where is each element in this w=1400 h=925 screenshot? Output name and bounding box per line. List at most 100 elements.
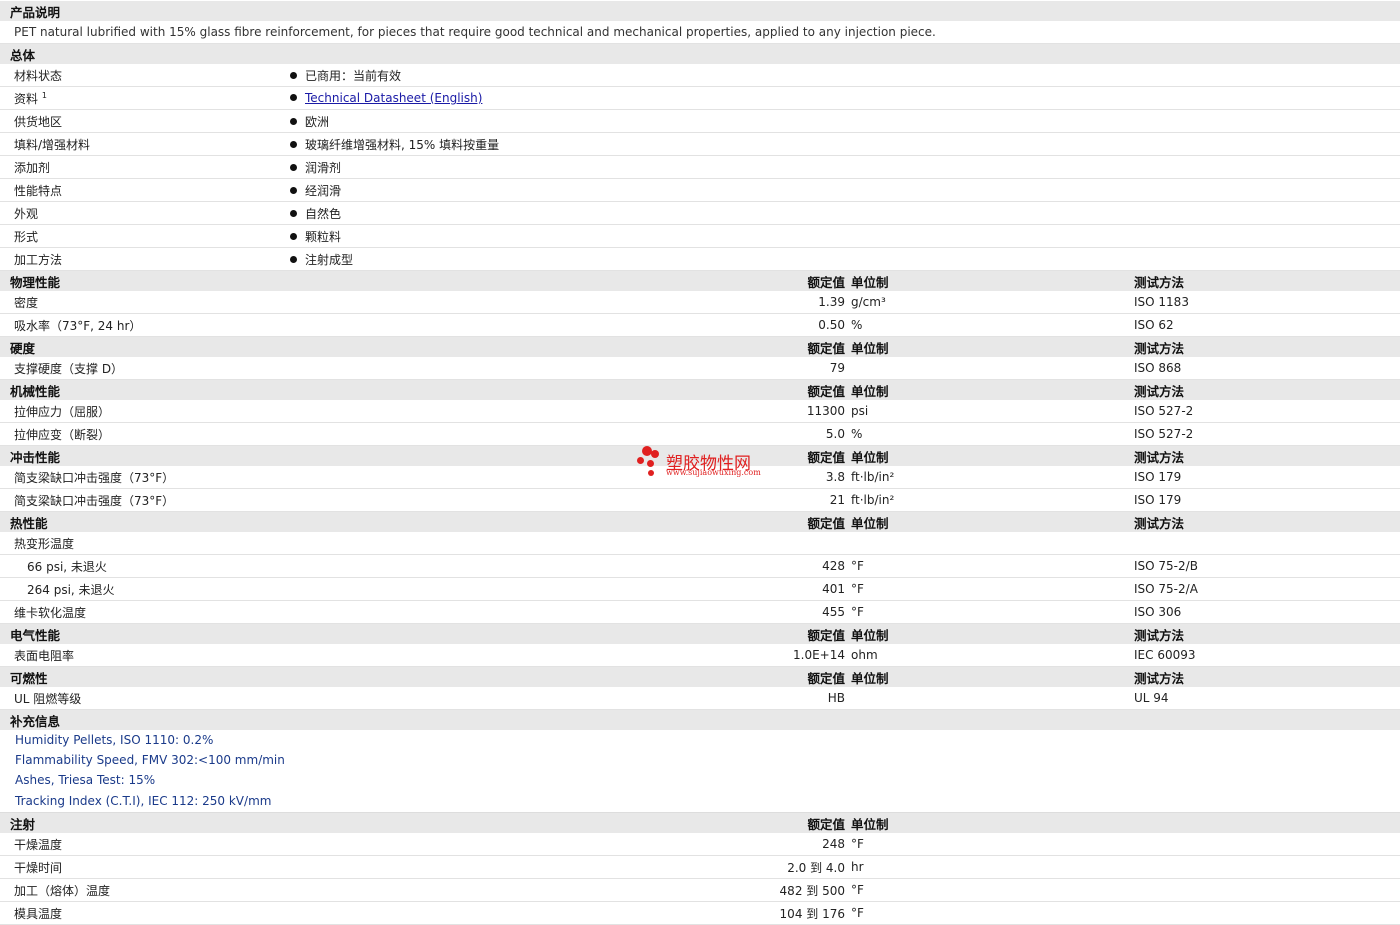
property-row: 264 psi, 未退火 401 °F ISO 75-2/A bbox=[0, 577, 1400, 601]
column-header-unit: 单位制 bbox=[851, 511, 1134, 532]
property-value: 5.0 bbox=[290, 422, 851, 446]
column-header-method: 测试方法 bbox=[1134, 511, 1400, 532]
supplement-note: Humidity Pellets, ISO 1110: 0.2% bbox=[15, 733, 214, 747]
section-header-electrical: 电气性能 额定值 单位制 测试方法 bbox=[0, 623, 1400, 644]
column-header-value: 额定值 bbox=[290, 336, 851, 357]
property-test-method: ISO 179 bbox=[1134, 466, 1400, 489]
general-row: 性能特点 经润滑 bbox=[0, 178, 1400, 202]
column-header-value: 额定值 bbox=[290, 511, 851, 532]
property-value: 21 bbox=[290, 488, 851, 512]
property-label: 维卡软化温度 bbox=[0, 600, 290, 624]
property-value: 79 bbox=[290, 357, 851, 380]
section-header-description: 产品说明 bbox=[0, 0, 1400, 21]
technical-datasheet-link[interactable]: Technical Datasheet (English) bbox=[305, 91, 482, 105]
watermark-url: www.sujiaowuxing.com bbox=[666, 468, 761, 477]
supplement-note-row: Humidity Pellets, ISO 1110: 0.2% bbox=[0, 730, 1400, 750]
property-unit: ohm bbox=[851, 644, 1134, 667]
bullet-icon bbox=[290, 71, 297, 79]
property-unit bbox=[851, 357, 1134, 380]
property-row: 干燥时间 2.0 到 4.0 hr bbox=[0, 855, 1400, 879]
property-test-method: ISO 75-2/A bbox=[1134, 577, 1400, 601]
property-row: 拉伸应力（屈服） 11300 psi ISO 527-2 bbox=[0, 400, 1400, 423]
property-test-method: ISO 62 bbox=[1134, 313, 1400, 337]
property-row: 加工（熔体）温度 482 到 500 °F bbox=[0, 878, 1400, 902]
bullet-icon bbox=[290, 163, 297, 171]
property-row: 干燥温度 248 °F bbox=[0, 833, 1400, 856]
column-header-method: 测试方法 bbox=[1134, 336, 1400, 357]
row-value: 自然色 bbox=[305, 206, 342, 221]
column-header-value: 额定值 bbox=[290, 623, 851, 644]
row-label: 外观 bbox=[0, 201, 290, 225]
property-label: 简支梁缺口冲击强度（73°F） bbox=[0, 466, 290, 489]
property-row: 吸水率（73°F, 24 hr） 0.50% ISO 62 bbox=[0, 313, 1400, 337]
property-value: 1.39 bbox=[290, 291, 851, 314]
row-value: 注射成型 bbox=[305, 252, 354, 267]
bullet-icon bbox=[290, 232, 297, 240]
row-value: 经润滑 bbox=[305, 183, 342, 198]
section-title: 物理性能 bbox=[0, 270, 290, 291]
property-label: 密度 bbox=[0, 291, 290, 314]
property-unit: °F bbox=[851, 554, 1134, 578]
general-row: 材料状态 已商用：当前有效 bbox=[0, 64, 1400, 87]
property-unit: ft·lb/in² bbox=[851, 488, 1134, 512]
supplement-note-row: Flammability Speed, FMV 302:<100 mm/min bbox=[0, 750, 1400, 770]
supplement-note-row: Ashes, Triesa Test: 15% bbox=[0, 770, 1400, 790]
property-test-method: ISO 527-2 bbox=[1134, 400, 1400, 423]
property-value: 2.0 到 4.0 bbox=[290, 855, 851, 879]
watermark-logo: 塑胶物性网 www.sujiaowuxing.com bbox=[636, 446, 776, 480]
property-test-method: ISO 75-2/B bbox=[1134, 554, 1400, 578]
property-label: 264 psi, 未退火 bbox=[0, 577, 290, 601]
section-header-physical: 物理性能 额定值 单位制 测试方法 bbox=[0, 270, 1400, 291]
property-label: 拉伸应力（屈服） bbox=[0, 400, 290, 423]
property-label: 加工（熔体）温度 bbox=[0, 878, 290, 902]
supplement-note: Flammability Speed, FMV 302:<100 mm/min bbox=[15, 753, 285, 767]
property-row: 简支梁缺口冲击强度（73°F） 21 ft·lb/in² ISO 179 bbox=[0, 488, 1400, 512]
general-row: 外观 自然色 bbox=[0, 201, 1400, 225]
section-title: 注射 bbox=[0, 812, 290, 833]
section-header-mechanical: 机械性能 额定值 单位制 测试方法 bbox=[0, 379, 1400, 400]
property-unit: ft·lb/in² bbox=[851, 466, 1134, 489]
row-label: 材料状态 bbox=[0, 64, 290, 87]
property-label: 66 psi, 未退火 bbox=[0, 554, 290, 578]
row-label: 供货地区 bbox=[0, 109, 290, 133]
property-value: 11300 bbox=[290, 400, 851, 423]
property-unit: % bbox=[851, 422, 1134, 446]
property-label: 干燥时间 bbox=[0, 855, 290, 879]
row-value: 颗粒料 bbox=[305, 229, 342, 244]
section-title: 补充信息 bbox=[0, 709, 1400, 730]
bullet-icon bbox=[290, 209, 297, 217]
property-value: 104 到 176 bbox=[290, 901, 851, 925]
property-row: 维卡软化温度 455 °F ISO 306 bbox=[0, 600, 1400, 624]
general-row: 加工方法 注射成型 bbox=[0, 247, 1400, 271]
section-title: 热性能 bbox=[0, 511, 290, 532]
property-label: 热变形温度 bbox=[0, 532, 290, 555]
property-value: 482 到 500 bbox=[290, 878, 851, 902]
property-unit: g/cm³ bbox=[851, 291, 1134, 314]
property-test-method bbox=[1134, 878, 1400, 902]
property-unit: °F bbox=[851, 833, 1134, 856]
property-value: HB bbox=[290, 687, 851, 710]
section-header-injection: 注射 额定值 单位制 bbox=[0, 812, 1400, 833]
property-row: 66 psi, 未退火 428 °F ISO 75-2/B bbox=[0, 554, 1400, 578]
column-header-value: 额定值 bbox=[290, 666, 851, 687]
column-header-unit: 单位制 bbox=[851, 336, 1134, 357]
property-test-method: ISO 1183 bbox=[1134, 291, 1400, 314]
section-title: 总体 bbox=[0, 43, 1400, 64]
row-label: 填料/增强材料 bbox=[0, 132, 290, 156]
property-test-method: ISO 527-2 bbox=[1134, 422, 1400, 446]
column-header-unit: 单位制 bbox=[851, 623, 1134, 644]
bullet-icon bbox=[290, 255, 297, 263]
property-test-method: UL 94 bbox=[1134, 687, 1400, 710]
property-label: 拉伸应变（断裂） bbox=[0, 422, 290, 446]
property-unit: psi bbox=[851, 400, 1134, 423]
property-unit: °F bbox=[851, 600, 1134, 624]
general-row: 供货地区 欧洲 bbox=[0, 109, 1400, 133]
bullet-icon bbox=[290, 186, 297, 194]
column-header-value: 额定值 bbox=[290, 812, 851, 833]
property-label: 简支梁缺口冲击强度（73°F） bbox=[0, 488, 290, 512]
property-test-method bbox=[1134, 532, 1400, 555]
column-header-method: 测试方法 bbox=[1134, 379, 1400, 400]
property-row: UL 阻燃等级 HB UL 94 bbox=[0, 687, 1400, 710]
property-test-method bbox=[1134, 901, 1400, 925]
logo-dots-icon bbox=[636, 446, 662, 478]
